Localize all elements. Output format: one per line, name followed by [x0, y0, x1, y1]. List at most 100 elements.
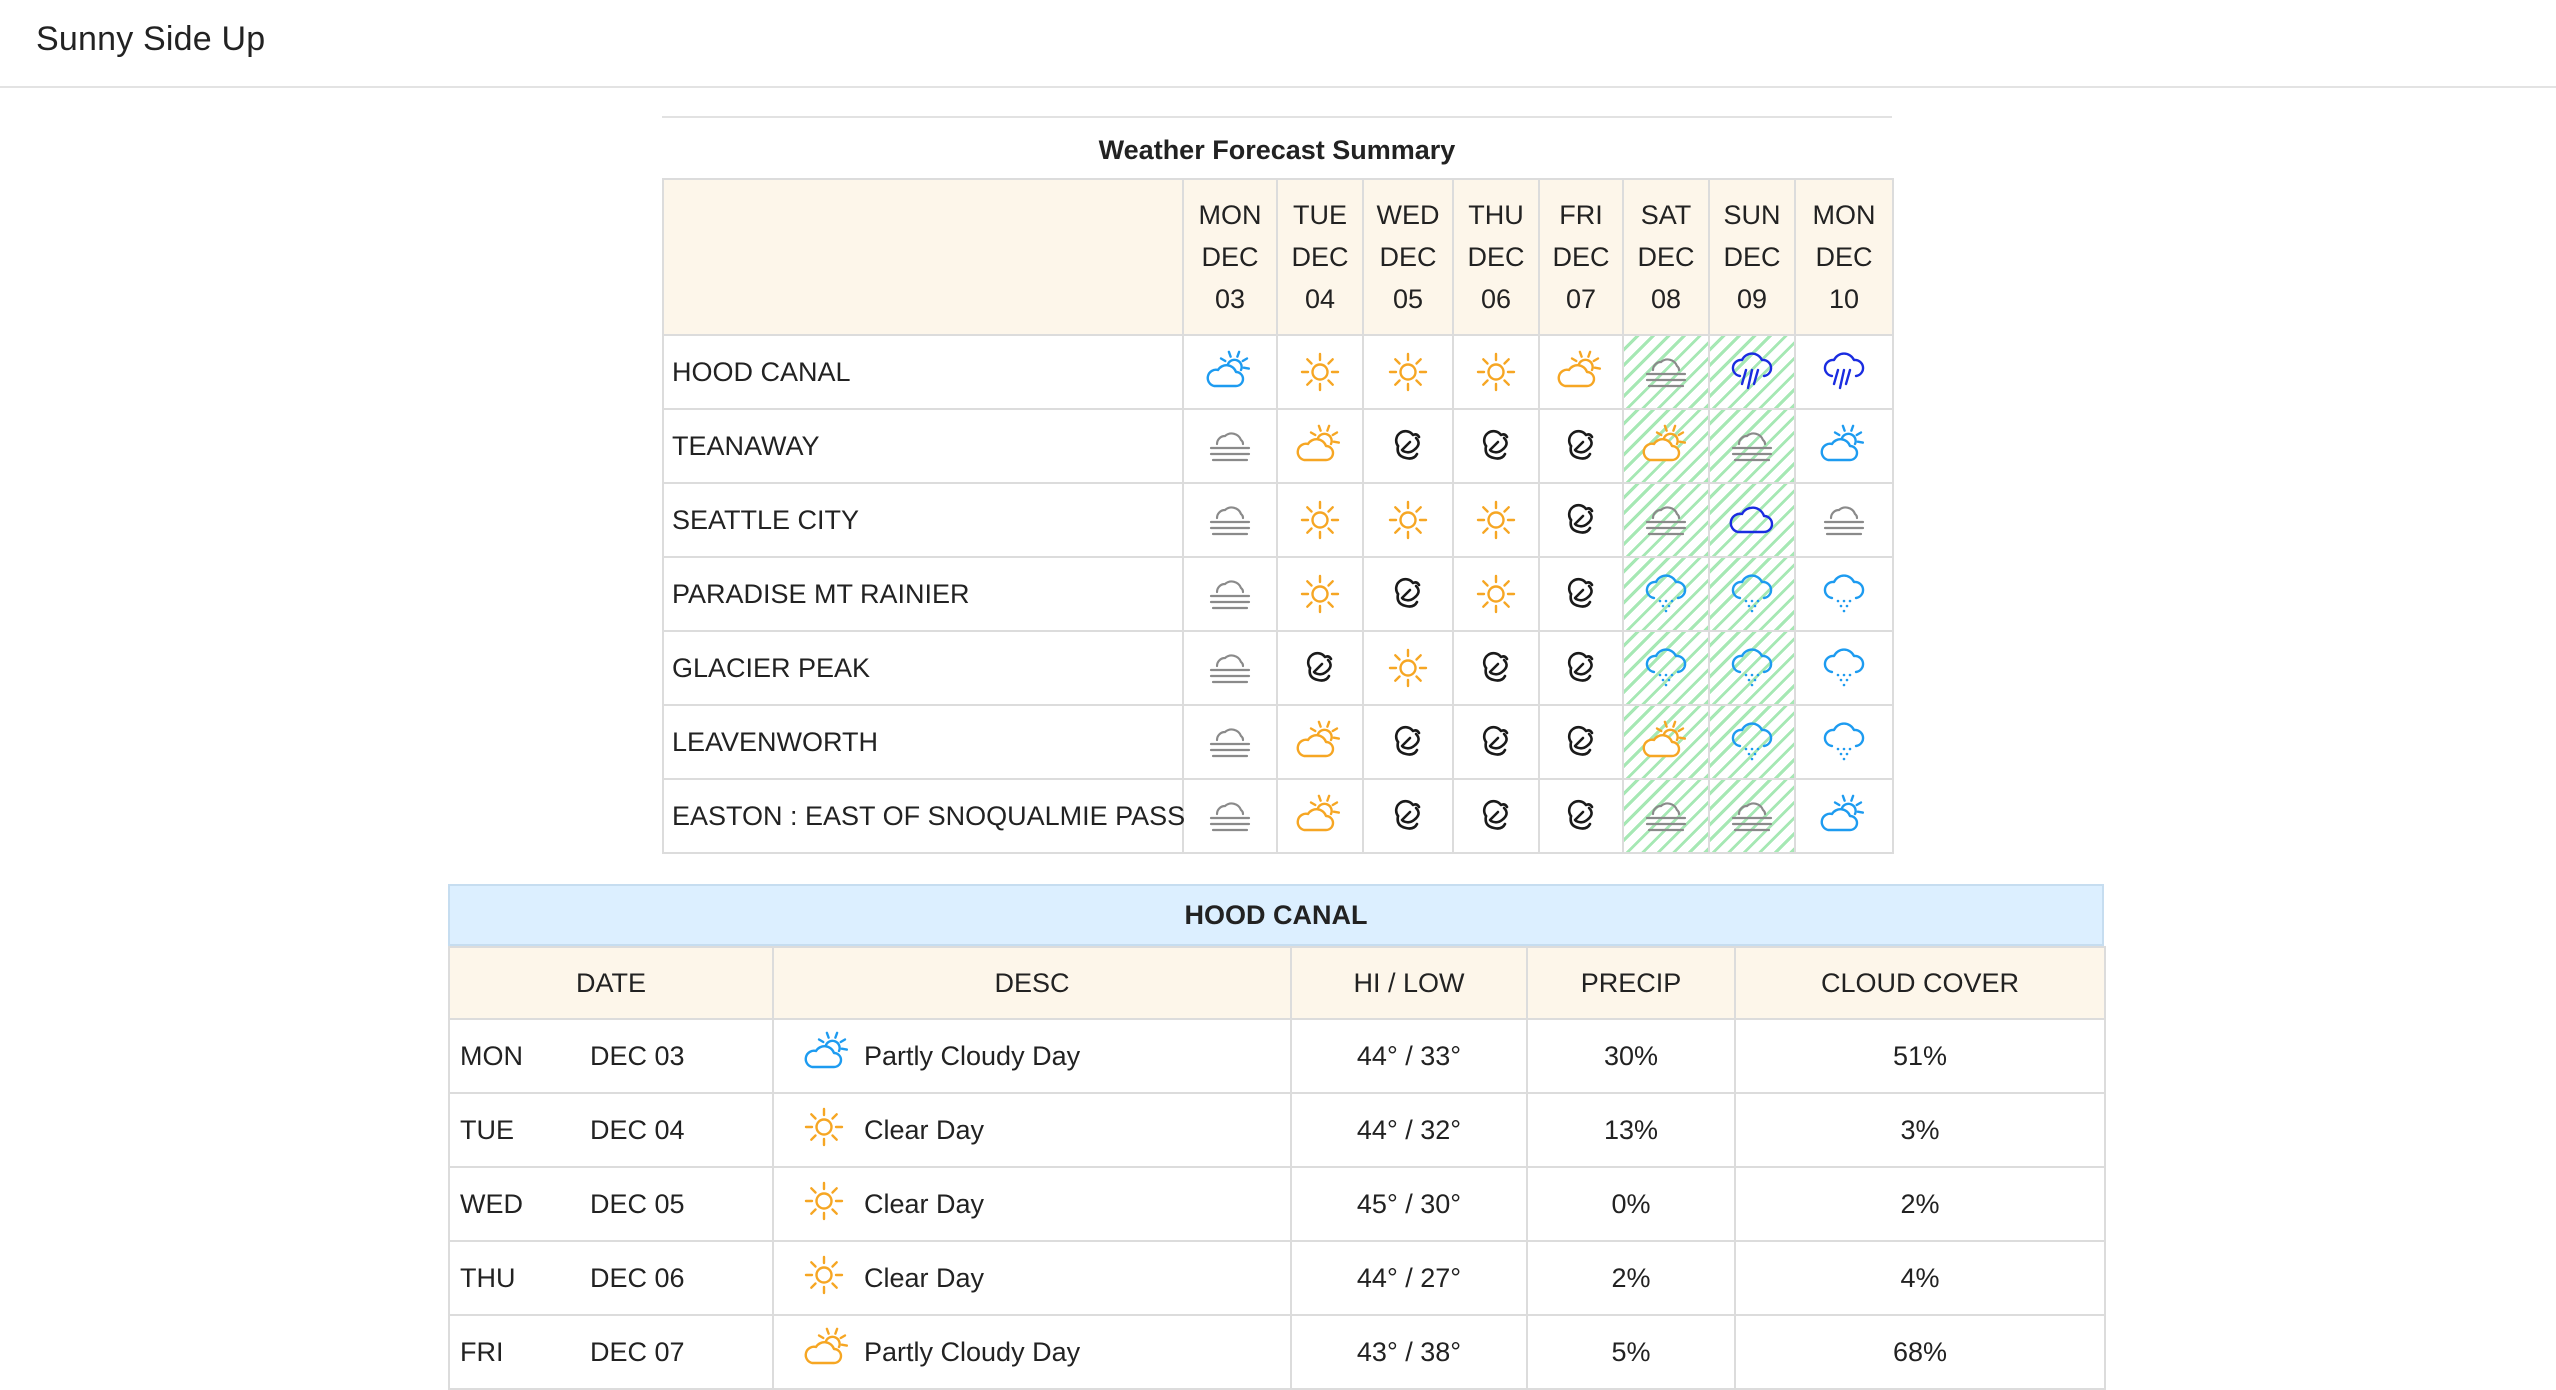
- forecast-cell[interactable]: [1362, 482, 1454, 558]
- forecast-cell[interactable]: [1362, 630, 1454, 706]
- date-cell: WED DEC 05: [448, 1166, 774, 1242]
- clear-day-icon: [1298, 350, 1342, 394]
- day-header-day: 09: [1736, 284, 1768, 314]
- forecast-cell[interactable]: [1708, 334, 1796, 410]
- forecast-cell[interactable]: [1708, 482, 1796, 558]
- forecast-cell[interactable]: [1182, 630, 1278, 706]
- forecast-cell[interactable]: [1182, 334, 1278, 410]
- clear-day-icon: [1298, 498, 1342, 542]
- forecast-cell[interactable]: [1452, 408, 1540, 484]
- forecast-cell[interactable]: [1794, 334, 1894, 410]
- forecast-cell[interactable]: [1182, 408, 1278, 484]
- location-name[interactable]: HOOD CANAL: [662, 334, 1184, 410]
- forecast-cell[interactable]: [1362, 778, 1454, 854]
- forecast-cell[interactable]: [1182, 778, 1278, 854]
- forecast-cell[interactable]: [1452, 630, 1540, 706]
- header-cloud-cover: CLOUD COVER: [1734, 946, 2106, 1020]
- forecast-cell[interactable]: [1794, 630, 1894, 706]
- location-name[interactable]: SEATTLE CITY: [662, 482, 1184, 558]
- forecast-cell[interactable]: [1276, 408, 1364, 484]
- forecast-cell[interactable]: [1362, 556, 1454, 632]
- wind-icon: [1559, 646, 1603, 690]
- location-name[interactable]: TEANAWAY: [662, 408, 1184, 484]
- forecast-cell[interactable]: [1362, 704, 1454, 780]
- forecast-cell[interactable]: [1794, 482, 1894, 558]
- forecast-cell[interactable]: [1182, 704, 1278, 780]
- forecast-cell[interactable]: [1622, 778, 1710, 854]
- day-header-dow: FRI: [1559, 200, 1603, 230]
- fog-icon: [1641, 796, 1691, 836]
- forecast-cell[interactable]: [1794, 556, 1894, 632]
- summary-row[interactable]: HOOD CANAL: [662, 334, 1894, 410]
- desc-cell: Clear Day: [772, 1166, 1292, 1242]
- location-name[interactable]: PARADISE MT RAINIER: [662, 556, 1184, 632]
- location-name[interactable]: EASTON : EAST OF SNOQUALMIE PASS: [662, 778, 1185, 854]
- forecast-cell[interactable]: [1182, 482, 1278, 558]
- forecast-cell[interactable]: [1538, 334, 1624, 410]
- forecast-cell[interactable]: [1276, 556, 1364, 632]
- day-header-mon: DEC: [1637, 242, 1695, 272]
- forecast-cell[interactable]: [1538, 408, 1624, 484]
- forecast-cell[interactable]: [1276, 704, 1364, 780]
- cloud-cover-cell: 4%: [1734, 1240, 2106, 1316]
- summary-row[interactable]: SEATTLE CITY: [662, 482, 1894, 558]
- forecast-cell[interactable]: [1708, 408, 1796, 484]
- wind-icon: [1559, 794, 1603, 838]
- forecast-cell[interactable]: [1622, 556, 1710, 632]
- forecast-cell[interactable]: [1452, 778, 1540, 854]
- forecast-cell[interactable]: [1538, 778, 1624, 854]
- snow-icon: [1820, 646, 1868, 690]
- summary-row[interactable]: GLACIER PEAK: [662, 630, 1894, 706]
- day-header: SUN DEC 09: [1708, 178, 1796, 336]
- forecast-cell[interactable]: [1276, 778, 1364, 854]
- day-of-week: THU: [460, 1262, 516, 1293]
- day-header: MON DEC 03: [1182, 178, 1278, 336]
- forecast-cell[interactable]: [1708, 630, 1796, 706]
- day-header-dow: TUE: [1293, 200, 1347, 230]
- day-header: SAT DEC 08: [1622, 178, 1710, 336]
- location-name[interactable]: LEAVENWORTH: [662, 704, 1184, 780]
- forecast-cell[interactable]: [1362, 408, 1454, 484]
- precip-cell: 13%: [1526, 1092, 1736, 1168]
- day-header-mon: DEC: [1291, 242, 1349, 272]
- forecast-cell[interactable]: [1276, 482, 1364, 558]
- forecast-cell[interactable]: [1622, 704, 1710, 780]
- summary-row[interactable]: TEANAWAY: [662, 408, 1894, 484]
- forecast-cell[interactable]: [1622, 482, 1710, 558]
- forecast-cell[interactable]: [1538, 630, 1624, 706]
- forecast-cell[interactable]: [1362, 334, 1454, 410]
- forecast-cell[interactable]: [1622, 334, 1710, 410]
- forecast-cell[interactable]: [1276, 334, 1364, 410]
- partly-cloudy-day-icon: [1555, 350, 1607, 394]
- location-name[interactable]: GLACIER PEAK: [662, 630, 1184, 706]
- forecast-cell[interactable]: [1794, 704, 1894, 780]
- forecast-cell[interactable]: [1276, 630, 1364, 706]
- forecast-cell[interactable]: [1452, 556, 1540, 632]
- date-label: DEC 07: [590, 1336, 685, 1367]
- forecast-cell[interactable]: [1452, 704, 1540, 780]
- forecast-cell[interactable]: [1708, 778, 1796, 854]
- forecast-cell[interactable]: [1538, 704, 1624, 780]
- forecast-cell[interactable]: [1452, 334, 1540, 410]
- summary-row[interactable]: PARADISE MT RAINIER: [662, 556, 1894, 632]
- forecast-cell[interactable]: [1794, 408, 1894, 484]
- summary-row[interactable]: LEAVENWORTH: [662, 704, 1894, 780]
- brand-title[interactable]: Sunny Side Up: [36, 20, 265, 59]
- header-precip: PRECIP: [1526, 946, 1736, 1020]
- forecast-cell[interactable]: [1708, 556, 1796, 632]
- forecast-cell[interactable]: [1538, 556, 1624, 632]
- fog-icon: [1205, 648, 1255, 688]
- hi-low-cell: 43° / 38°: [1290, 1314, 1528, 1390]
- day-header-day: 06: [1480, 284, 1512, 314]
- day-header: THU DEC 06: [1452, 178, 1540, 336]
- forecast-cell[interactable]: [1708, 704, 1796, 780]
- forecast-cell[interactable]: [1794, 778, 1894, 854]
- forecast-cell[interactable]: [1538, 482, 1624, 558]
- forecast-cell[interactable]: [1452, 482, 1540, 558]
- forecast-cell[interactable]: [1182, 556, 1278, 632]
- summary-row[interactable]: EASTON : EAST OF SNOQUALMIE PASS: [662, 778, 1894, 854]
- cloud-cover-cell: 3%: [1734, 1092, 2106, 1168]
- forecast-cell[interactable]: [1622, 408, 1710, 484]
- forecast-cell[interactable]: [1622, 630, 1710, 706]
- clear-day-icon: [1474, 572, 1518, 616]
